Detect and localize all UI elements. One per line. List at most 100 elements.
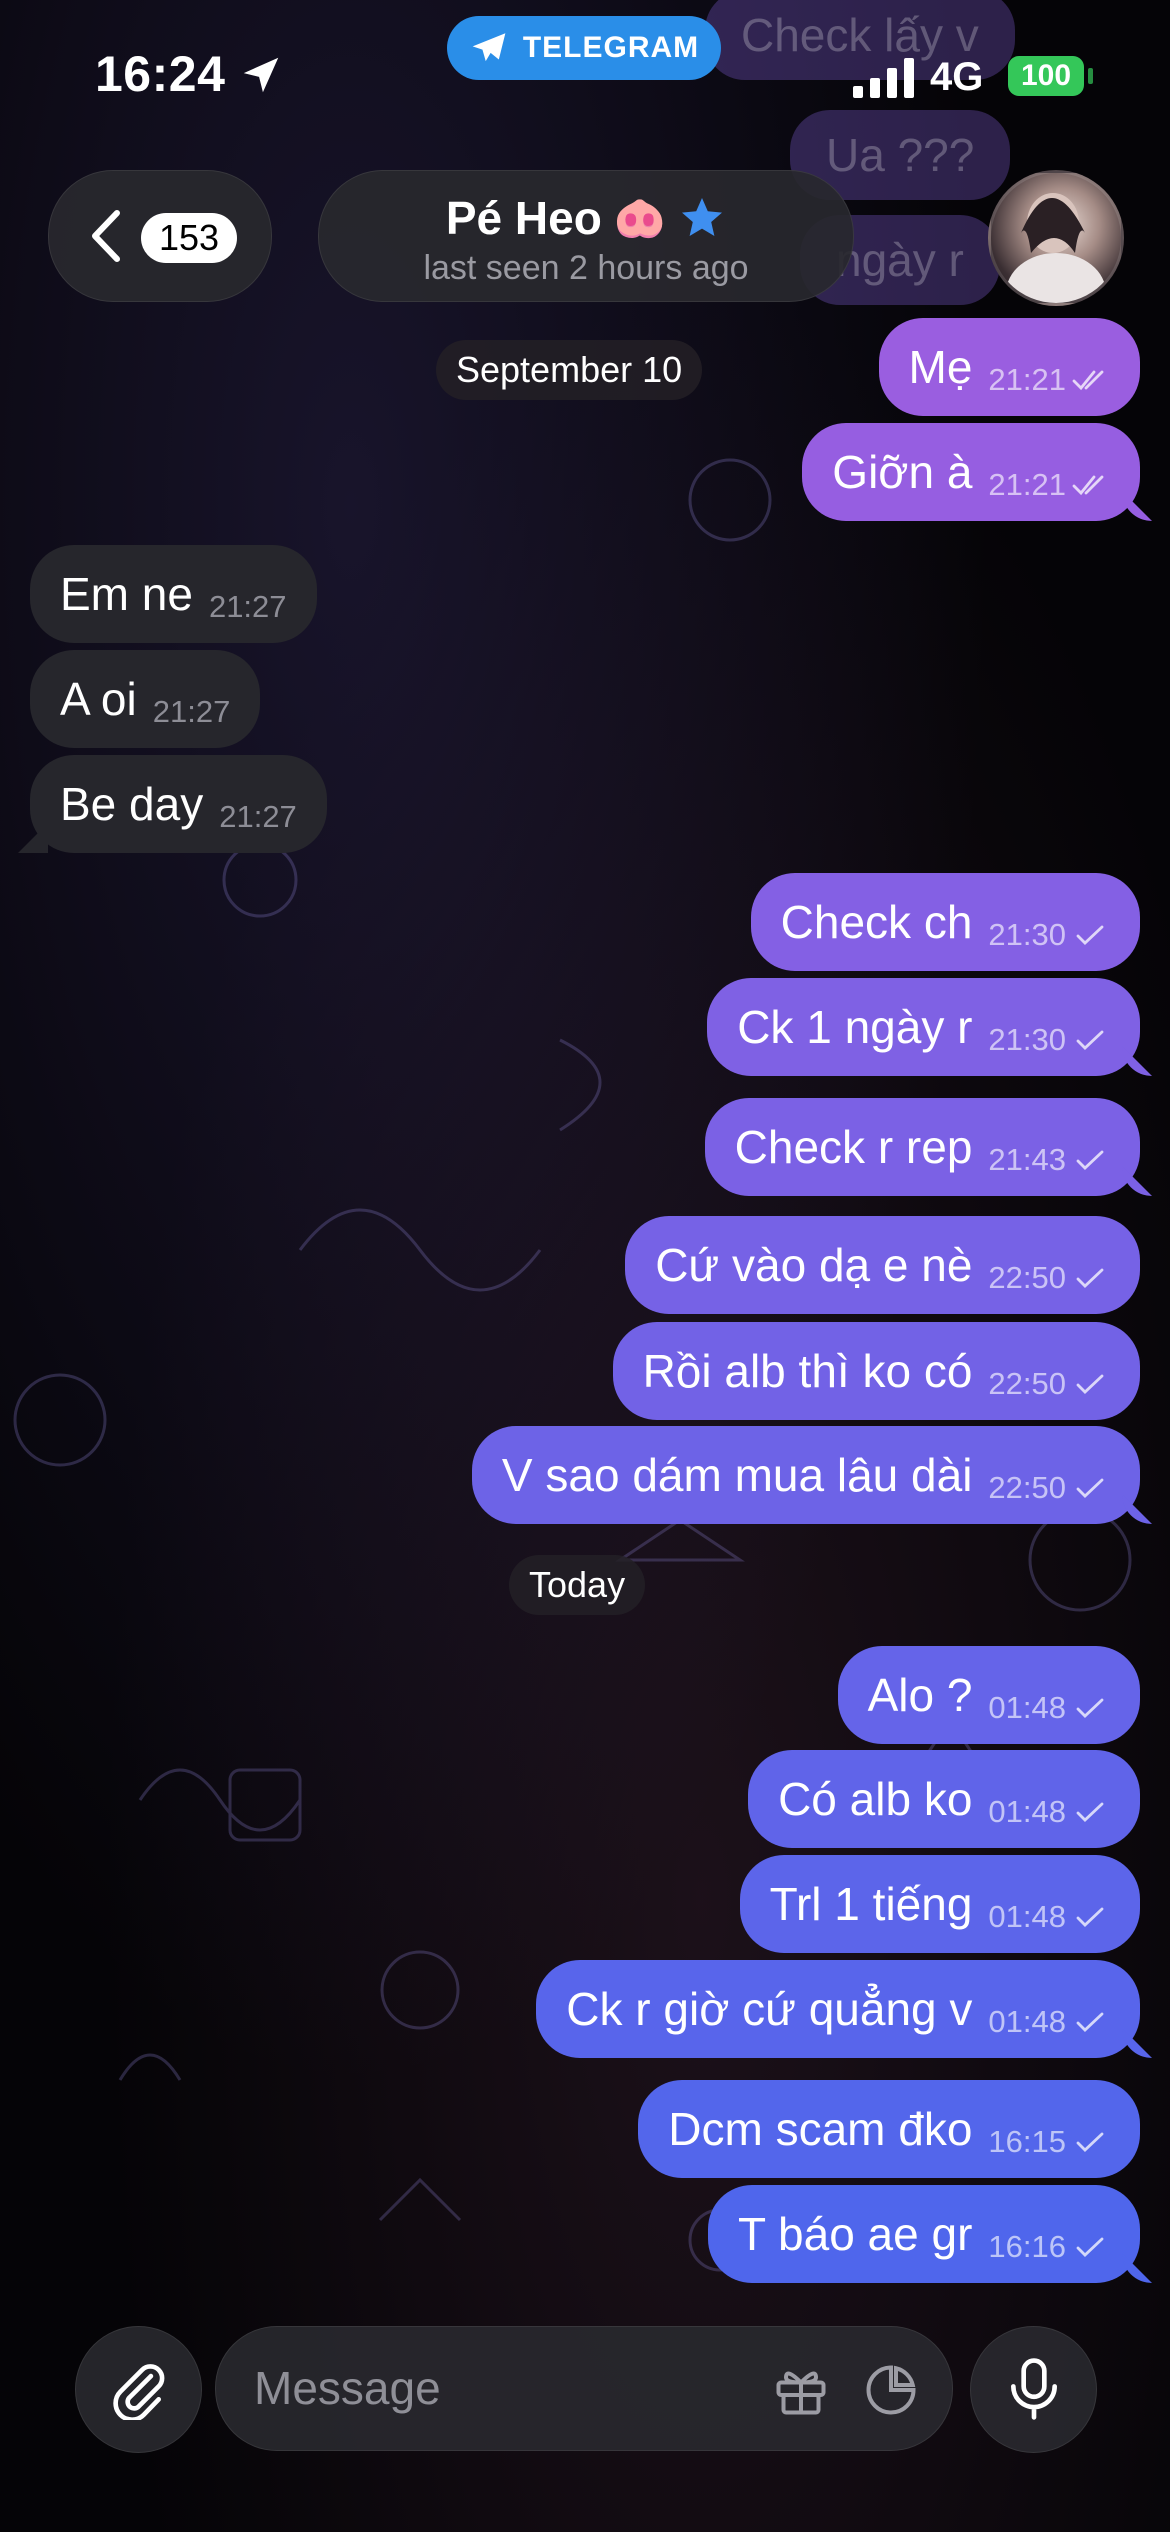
message-time: 22:50 xyxy=(988,1366,1066,1401)
message-text: V sao dám mua lâu dài xyxy=(501,1449,973,1501)
message-text: Check ch xyxy=(780,896,973,948)
message-meta: 16:16 xyxy=(988,2229,1110,2265)
message-time: 22:50 xyxy=(988,1470,1066,1505)
incoming-message[interactable]: A oi 21:27 xyxy=(30,650,261,748)
message-time: 16:15 xyxy=(988,2124,1066,2159)
message-meta: 21:27 xyxy=(219,799,297,835)
outgoing-message[interactable]: Alo ? 01:48 xyxy=(837,1646,1140,1744)
message-meta: 01:48 xyxy=(988,2004,1110,2040)
verified-star-icon xyxy=(682,198,723,236)
outgoing-message[interactable]: Ck 1 ngày r 21:30 xyxy=(707,978,1140,1076)
message-meta: 21:30 xyxy=(988,917,1110,953)
gift-icon[interactable] xyxy=(771,2360,831,2420)
message-text: Cứ vào dạ e nè xyxy=(655,1239,973,1291)
check-icon xyxy=(1076,2132,1104,2152)
message-text: Em ne xyxy=(60,568,193,620)
message-meta: 01:48 xyxy=(988,1794,1110,1830)
message-text: Alo ? xyxy=(867,1669,973,1721)
status-time: 16:24 xyxy=(95,46,226,102)
message-time: 01:48 xyxy=(988,1899,1066,1934)
outgoing-message[interactable]: V sao dám mua lâu dài 22:50 xyxy=(471,1426,1140,1524)
message-text: Rồi alb thì ko có xyxy=(642,1345,973,1397)
check-icon xyxy=(1076,2012,1104,2032)
attach-button[interactable] xyxy=(75,2326,202,2453)
incoming-message[interactable]: Em ne 21:27 xyxy=(30,545,317,643)
message-text: Ck 1 ngày r xyxy=(737,1001,973,1053)
message-time: 21:21 xyxy=(988,467,1066,502)
back-button[interactable]: 153 xyxy=(48,170,272,302)
message-text: Ck r giờ cứ quẳng v xyxy=(566,1983,973,2035)
telegram-plane-icon xyxy=(472,33,506,62)
message-meta: 21:27 xyxy=(209,589,287,625)
message-text: Check r rep xyxy=(734,1121,973,1173)
message-time: 21:27 xyxy=(219,799,297,834)
signal-icon xyxy=(853,58,914,98)
avatar[interactable] xyxy=(988,170,1124,306)
message-meta: 22:50 xyxy=(988,1366,1110,1402)
message-text: Có alb ko xyxy=(778,1773,973,1825)
location-arrow-icon xyxy=(243,57,279,93)
message-meta: 01:48 xyxy=(988,1690,1110,1726)
message-time: 16:16 xyxy=(988,2229,1066,2264)
message-time: 21:30 xyxy=(988,917,1066,952)
message-text: Be day xyxy=(60,778,204,830)
date-separator: Today xyxy=(509,1555,646,1615)
outgoing-message[interactable]: Dcm scam đko 16:15 xyxy=(638,2080,1140,2178)
outgoing-message[interactable]: Ck r giờ cứ quẳng v 01:48 xyxy=(536,1960,1140,2058)
outgoing-message[interactable]: Check r rep 21:43 xyxy=(704,1098,1140,1196)
double-check-icon xyxy=(1072,370,1104,391)
message-time: 22:50 xyxy=(988,1260,1066,1295)
message-meta: 16:15 xyxy=(988,2124,1110,2160)
outgoing-message[interactable]: Cứ vào dạ e nè 22:50 xyxy=(625,1216,1140,1314)
message-text: Giỡn à xyxy=(832,446,973,498)
chat-title[interactable]: Pé Heo 🐽 last seen 2 hours ago xyxy=(318,170,854,302)
message-text: A oi xyxy=(60,673,137,725)
last-seen-status: last seen 2 hours ago xyxy=(423,249,749,287)
message-text: Mẹ xyxy=(908,341,973,393)
check-icon xyxy=(1076,2237,1104,2257)
status-bar: 16:24 TELEGRAM 4G 100 xyxy=(0,0,1170,150)
message-meta: 21:30 xyxy=(988,1022,1110,1058)
check-icon xyxy=(1076,1374,1104,1394)
avatar-photo xyxy=(1006,193,1106,303)
message-time: 01:48 xyxy=(988,1690,1066,1725)
telegram-app-pill[interactable]: TELEGRAM xyxy=(447,16,721,80)
sticker-icon[interactable] xyxy=(861,2360,921,2420)
check-icon xyxy=(1076,1268,1104,1288)
message-meta: 01:48 xyxy=(988,1899,1110,1935)
message-meta: 22:50 xyxy=(988,1470,1110,1506)
outgoing-message[interactable]: Có alb ko 01:48 xyxy=(748,1750,1140,1848)
chat-name: Pé Heo xyxy=(445,192,602,244)
battery-tip xyxy=(1088,68,1093,84)
unread-count-badge: 153 xyxy=(141,213,238,263)
voice-record-button[interactable] xyxy=(970,2326,1097,2453)
check-icon xyxy=(1076,925,1104,945)
message-meta: 21:27 xyxy=(153,694,231,730)
chevron-left-icon xyxy=(92,210,120,262)
outgoing-message[interactable]: Check ch 21:30 xyxy=(750,873,1140,971)
message-meta: 21:21 xyxy=(988,362,1110,398)
message-placeholder: Message xyxy=(254,2362,441,2414)
telegram-pill-label: TELEGRAM xyxy=(522,31,700,64)
attach-paperclip-icon xyxy=(113,2364,165,2420)
check-icon xyxy=(1076,1150,1104,1170)
message-input[interactable]: Message xyxy=(215,2326,953,2451)
microphone-icon xyxy=(1011,2358,1057,2420)
message-time: 21:43 xyxy=(988,1142,1066,1177)
date-separator: September 10 xyxy=(436,340,703,400)
check-icon xyxy=(1076,1698,1104,1718)
outgoing-message[interactable]: Trl 1 tiếng 01:48 xyxy=(739,1855,1140,1953)
message-text: Trl 1 tiếng xyxy=(769,1878,973,1930)
outgoing-message[interactable]: T báo ae gr 16:16 xyxy=(707,2185,1140,2283)
pig-nose-emoji: 🐽 xyxy=(613,193,667,241)
message-time: 01:48 xyxy=(988,2004,1066,2039)
message-text: Dcm scam đko xyxy=(668,2103,973,2155)
outgoing-message[interactable]: Mẹ 21:21 xyxy=(878,318,1140,416)
check-icon xyxy=(1076,1802,1104,1822)
message-meta: 21:21 xyxy=(988,467,1110,503)
outgoing-message[interactable]: Rồi alb thì ko có 22:50 xyxy=(612,1322,1140,1420)
incoming-message[interactable]: Be day 21:27 xyxy=(30,755,327,853)
outgoing-message[interactable]: Giỡn à 21:21 xyxy=(802,423,1140,521)
network-type: 4G xyxy=(930,55,984,99)
message-meta: 21:43 xyxy=(988,1142,1110,1178)
